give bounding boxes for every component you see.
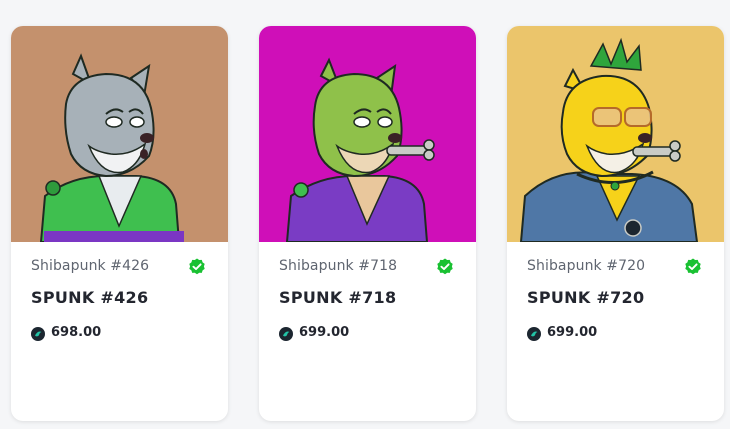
price-value: 699.00	[547, 325, 598, 340]
nft-image[interactable]	[11, 26, 228, 242]
collection-label: Shibapunk #720	[527, 258, 646, 274]
nft-card[interactable]: Shibapunk #720 SPUNK #720 699.00	[507, 26, 724, 421]
coin-icon	[31, 326, 45, 341]
price-row: 699.00	[527, 325, 598, 341]
nft-card[interactable]: Shibapunk #718 SPUNK #718 699.00	[259, 26, 476, 421]
verified-check-icon	[684, 258, 702, 276]
verified-check-icon	[436, 258, 454, 276]
price-row: 699.00	[279, 325, 350, 341]
nft-image[interactable]	[507, 26, 724, 242]
collection-label: Shibapunk #718	[279, 258, 398, 274]
nft-card[interactable]: Shibapunk #426 SPUNK #426 698.00	[11, 26, 228, 421]
price-value: 698.00	[51, 325, 102, 340]
token-name[interactable]: SPUNK #426	[31, 288, 148, 307]
verified-check-icon	[188, 258, 206, 276]
price-value: 699.00	[299, 325, 350, 340]
token-name[interactable]: SPUNK #720	[527, 288, 644, 307]
token-name[interactable]: SPUNK #718	[279, 288, 396, 307]
nft-image[interactable]	[259, 26, 476, 242]
price-row: 698.00	[31, 325, 102, 341]
collection-label: Shibapunk #426	[31, 258, 150, 274]
coin-icon	[527, 326, 541, 341]
coin-icon	[279, 326, 293, 341]
